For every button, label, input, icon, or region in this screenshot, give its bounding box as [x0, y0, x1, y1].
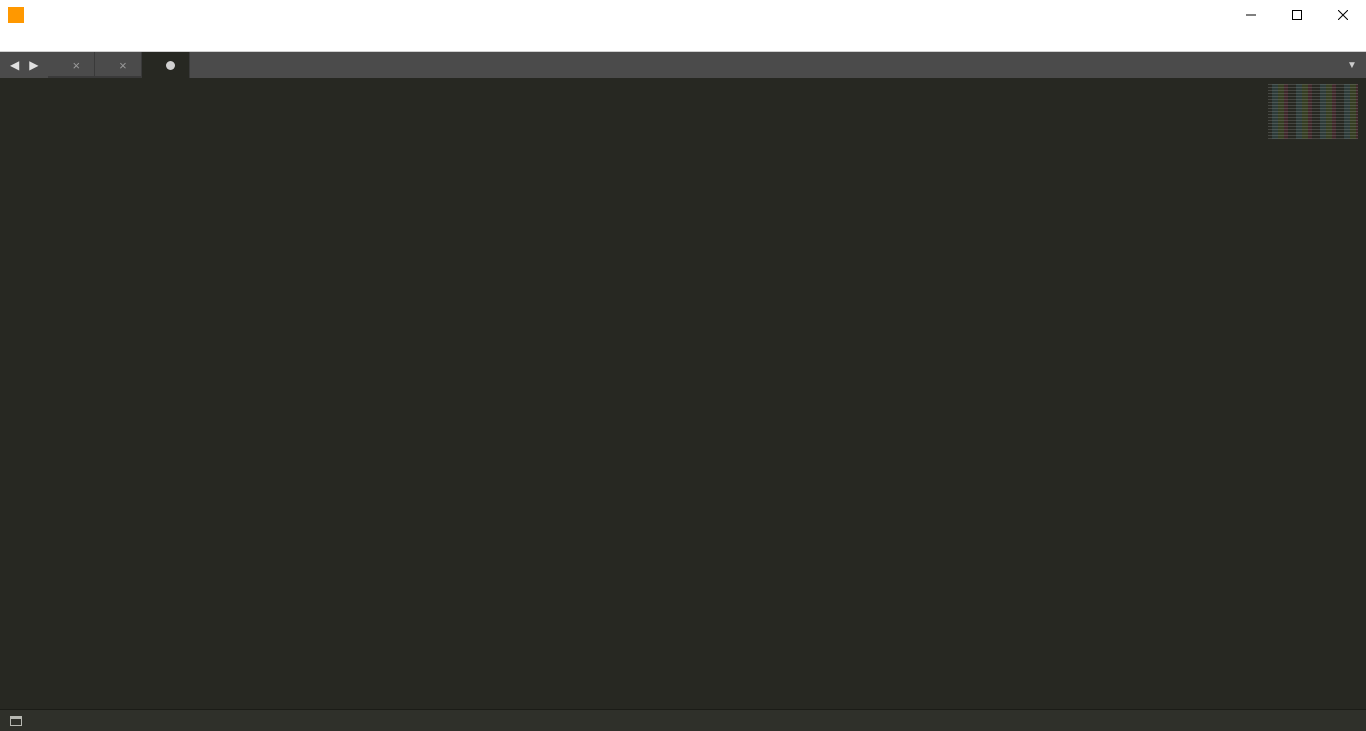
- line-number-gutter: [0, 78, 50, 709]
- tabs-dropdown-icon[interactable]: ▼: [1338, 60, 1366, 71]
- menu-view[interactable]: [84, 39, 104, 43]
- menu-selection[interactable]: [44, 39, 64, 43]
- menu-help[interactable]: [184, 39, 204, 43]
- minimap-content: [1268, 84, 1358, 139]
- tab-bar: ◀ ▶ × × ▼: [0, 52, 1366, 78]
- tab-primer-test[interactable]: ×: [48, 52, 95, 78]
- minimize-button[interactable]: [1228, 0, 1274, 30]
- editor[interactable]: [0, 78, 1366, 709]
- close-icon[interactable]: ×: [119, 58, 127, 73]
- code-area[interactable]: [50, 78, 1246, 709]
- tab-programa-1[interactable]: ×: [95, 52, 142, 78]
- menu-edit[interactable]: [24, 39, 44, 43]
- tab-tabla-multiplicacion[interactable]: [142, 52, 190, 78]
- panel-toggle-icon[interactable]: [10, 716, 22, 726]
- nav-back-icon[interactable]: ◀: [6, 56, 23, 74]
- maximize-button[interactable]: [1274, 0, 1320, 30]
- close-button[interactable]: [1320, 0, 1366, 30]
- menu-tools[interactable]: [124, 39, 144, 43]
- statusbar: [0, 709, 1366, 731]
- menu-find[interactable]: [64, 39, 84, 43]
- close-icon[interactable]: ×: [72, 58, 80, 73]
- menubar: [0, 30, 1366, 52]
- app-icon: [8, 7, 24, 23]
- minimap[interactable]: [1246, 78, 1366, 709]
- menu-preferences[interactable]: [164, 39, 184, 43]
- dirty-indicator-icon: [166, 61, 175, 70]
- nav-forward-icon[interactable]: ▶: [25, 56, 42, 74]
- menu-project[interactable]: [144, 39, 164, 43]
- menu-file[interactable]: [4, 39, 24, 43]
- menu-goto[interactable]: [104, 39, 124, 43]
- window-titlebar: [0, 0, 1366, 30]
